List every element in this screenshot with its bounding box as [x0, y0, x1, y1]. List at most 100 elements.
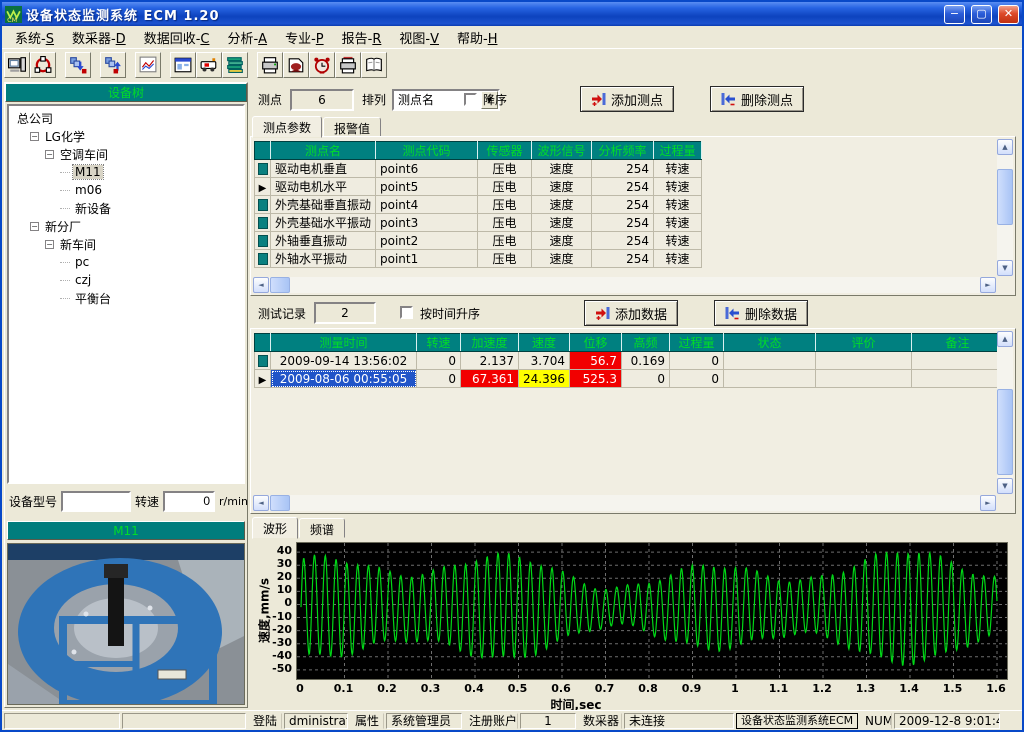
- table-cell[interactable]: point5: [376, 178, 478, 196]
- table-cell[interactable]: 驱动电机水平: [271, 178, 376, 196]
- tab-频谱[interactable]: 频谱: [299, 518, 345, 538]
- table-cell[interactable]: 速度: [532, 214, 592, 232]
- toolbar-upload-icon[interactable]: [100, 52, 126, 78]
- records-hscroll-thumb[interactable]: [270, 495, 290, 511]
- table-cell[interactable]: point4: [376, 196, 478, 214]
- tree-node-空调车间[interactable]: −空调车间: [11, 145, 241, 163]
- table-cell[interactable]: 0: [417, 352, 461, 370]
- column-header[interactable]: 状态: [724, 334, 816, 352]
- records-vertical-scrollbar[interactable]: ▲ ▼: [997, 331, 1013, 494]
- column-header[interactable]: 位移: [570, 334, 622, 352]
- tree-node-LG化学[interactable]: −LG化学: [11, 127, 241, 145]
- tree-expand-icon[interactable]: −: [45, 150, 54, 159]
- points-vertical-scrollbar[interactable]: ▲ ▼: [997, 139, 1013, 276]
- column-header[interactable]: 高频: [622, 334, 670, 352]
- delete-point-button[interactable]: 删除测点: [710, 86, 804, 112]
- column-header[interactable]: 传感器: [478, 142, 532, 160]
- table-cell[interactable]: 外轴垂直振动: [271, 232, 376, 250]
- points-vscroll-thumb[interactable]: [997, 169, 1013, 225]
- column-header[interactable]: 过程量: [670, 334, 724, 352]
- tree-node-平衡台[interactable]: 平衡台: [11, 289, 241, 307]
- column-header[interactable]: 过程量: [654, 142, 702, 160]
- toolbar-network-icon[interactable]: [30, 52, 56, 78]
- table-cell[interactable]: 2009-09-14 13:56:02: [271, 352, 417, 370]
- table-cell[interactable]: point3: [376, 214, 478, 232]
- table-cell[interactable]: 压电: [478, 250, 532, 268]
- points-horizontal-scrollbar[interactable]: ◄ ►: [253, 277, 996, 293]
- table-cell[interactable]: 压电: [478, 196, 532, 214]
- menu-item-H[interactable]: 帮助-H: [448, 25, 506, 50]
- table-row[interactable]: ▶2009-08-06 00:55:05067.36124.396525.300: [255, 370, 1004, 388]
- table-cell[interactable]: 254: [592, 160, 654, 178]
- table-cell[interactable]: 254: [592, 178, 654, 196]
- tree-expand-icon[interactable]: −: [45, 240, 54, 249]
- delete-data-button[interactable]: 删除数据: [714, 300, 808, 326]
- column-header[interactable]: 加速度: [461, 334, 519, 352]
- table-cell[interactable]: 525.3: [570, 370, 622, 388]
- scroll-down-icon[interactable]: ▼: [997, 260, 1013, 276]
- minimize-button[interactable]: −: [944, 5, 965, 24]
- table-cell[interactable]: 压电: [478, 160, 532, 178]
- table-row[interactable]: 外轴垂直振动point2压电速度254转速: [255, 232, 702, 250]
- tree-node-czj[interactable]: czj: [11, 271, 241, 289]
- menu-item-P[interactable]: 专业-P: [276, 25, 333, 50]
- column-header[interactable]: 分析频率: [592, 142, 654, 160]
- table-cell[interactable]: 转速: [654, 214, 702, 232]
- table-cell[interactable]: 压电: [478, 214, 532, 232]
- scroll-down-icon[interactable]: ▼: [997, 478, 1013, 494]
- tree-expand-icon[interactable]: −: [30, 132, 39, 141]
- table-cell[interactable]: 压电: [478, 178, 532, 196]
- tree-expand-icon[interactable]: −: [30, 222, 39, 231]
- toolbar-list-icon[interactable]: [222, 52, 248, 78]
- table-cell[interactable]: [816, 352, 912, 370]
- table-cell[interactable]: 速度: [532, 178, 592, 196]
- ascending-checkbox[interactable]: [400, 306, 413, 319]
- toolbar-report-icon[interactable]: [170, 52, 196, 78]
- table-cell[interactable]: 转速: [654, 160, 702, 178]
- column-header[interactable]: 测点代码: [376, 142, 478, 160]
- column-header[interactable]: 转速: [417, 334, 461, 352]
- table-cell[interactable]: [912, 370, 1004, 388]
- add-data-button[interactable]: 添加数据: [584, 300, 678, 326]
- table-cell[interactable]: 转速: [654, 250, 702, 268]
- table-row[interactable]: 2009-09-14 13:56:0202.1373.70456.70.1690: [255, 352, 1004, 370]
- tree-node-新车间[interactable]: −新车间: [11, 235, 241, 253]
- tree-node-新分厂[interactable]: −新分厂: [11, 217, 241, 235]
- menu-item-A[interactable]: 分析-A: [218, 25, 276, 50]
- table-row[interactable]: 外壳基础水平振动point3压电速度254转速: [255, 214, 702, 232]
- descending-checkbox[interactable]: [464, 93, 477, 106]
- menu-item-D[interactable]: 数采器-D: [63, 25, 135, 50]
- restore-button[interactable]: ▢: [971, 5, 992, 24]
- toolbar-alarm-clock-icon[interactable]: [309, 52, 335, 78]
- toolbar-manual-icon[interactable]: [361, 52, 387, 78]
- table-cell[interactable]: [912, 352, 1004, 370]
- table-cell[interactable]: [816, 370, 912, 388]
- table-cell[interactable]: 67.361: [461, 370, 519, 388]
- table-cell[interactable]: [724, 370, 816, 388]
- table-cell[interactable]: 3.704: [519, 352, 570, 370]
- table-cell[interactable]: point1: [376, 250, 478, 268]
- tree-node-m06[interactable]: m06: [11, 181, 241, 199]
- close-button[interactable]: ✕: [998, 5, 1019, 24]
- table-cell[interactable]: 驱动电机垂直: [271, 160, 376, 178]
- device-tree[interactable]: 总公司−LG化学−空调车间M11m06新设备−新分厂−新车间pcczj平衡台: [7, 104, 245, 484]
- menu-item-V[interactable]: 视图-V: [390, 25, 448, 50]
- toolbar-chart-icon[interactable]: [135, 52, 161, 78]
- tree-node-M11[interactable]: M11: [11, 163, 241, 181]
- table-cell[interactable]: point2: [376, 232, 478, 250]
- scroll-up-icon[interactable]: ▲: [997, 139, 1013, 155]
- menu-item-S[interactable]: 系统-S: [6, 25, 63, 50]
- tab-波形[interactable]: 波形: [252, 517, 298, 539]
- table-cell[interactable]: 外壳基础水平振动: [271, 214, 376, 232]
- scroll-right-icon[interactable]: ►: [980, 277, 996, 293]
- points-hscroll-thumb[interactable]: [270, 277, 290, 293]
- table-cell[interactable]: 外壳基础垂直振动: [271, 196, 376, 214]
- table-cell[interactable]: 0: [670, 370, 724, 388]
- column-header[interactable]: 评价: [816, 334, 912, 352]
- speed-input[interactable]: [163, 491, 215, 512]
- table-cell[interactable]: 2.137: [461, 352, 519, 370]
- table-cell[interactable]: 速度: [532, 232, 592, 250]
- tree-node-新设备[interactable]: 新设备: [11, 199, 241, 217]
- table-cell[interactable]: 56.7: [570, 352, 622, 370]
- table-cell[interactable]: 速度: [532, 196, 592, 214]
